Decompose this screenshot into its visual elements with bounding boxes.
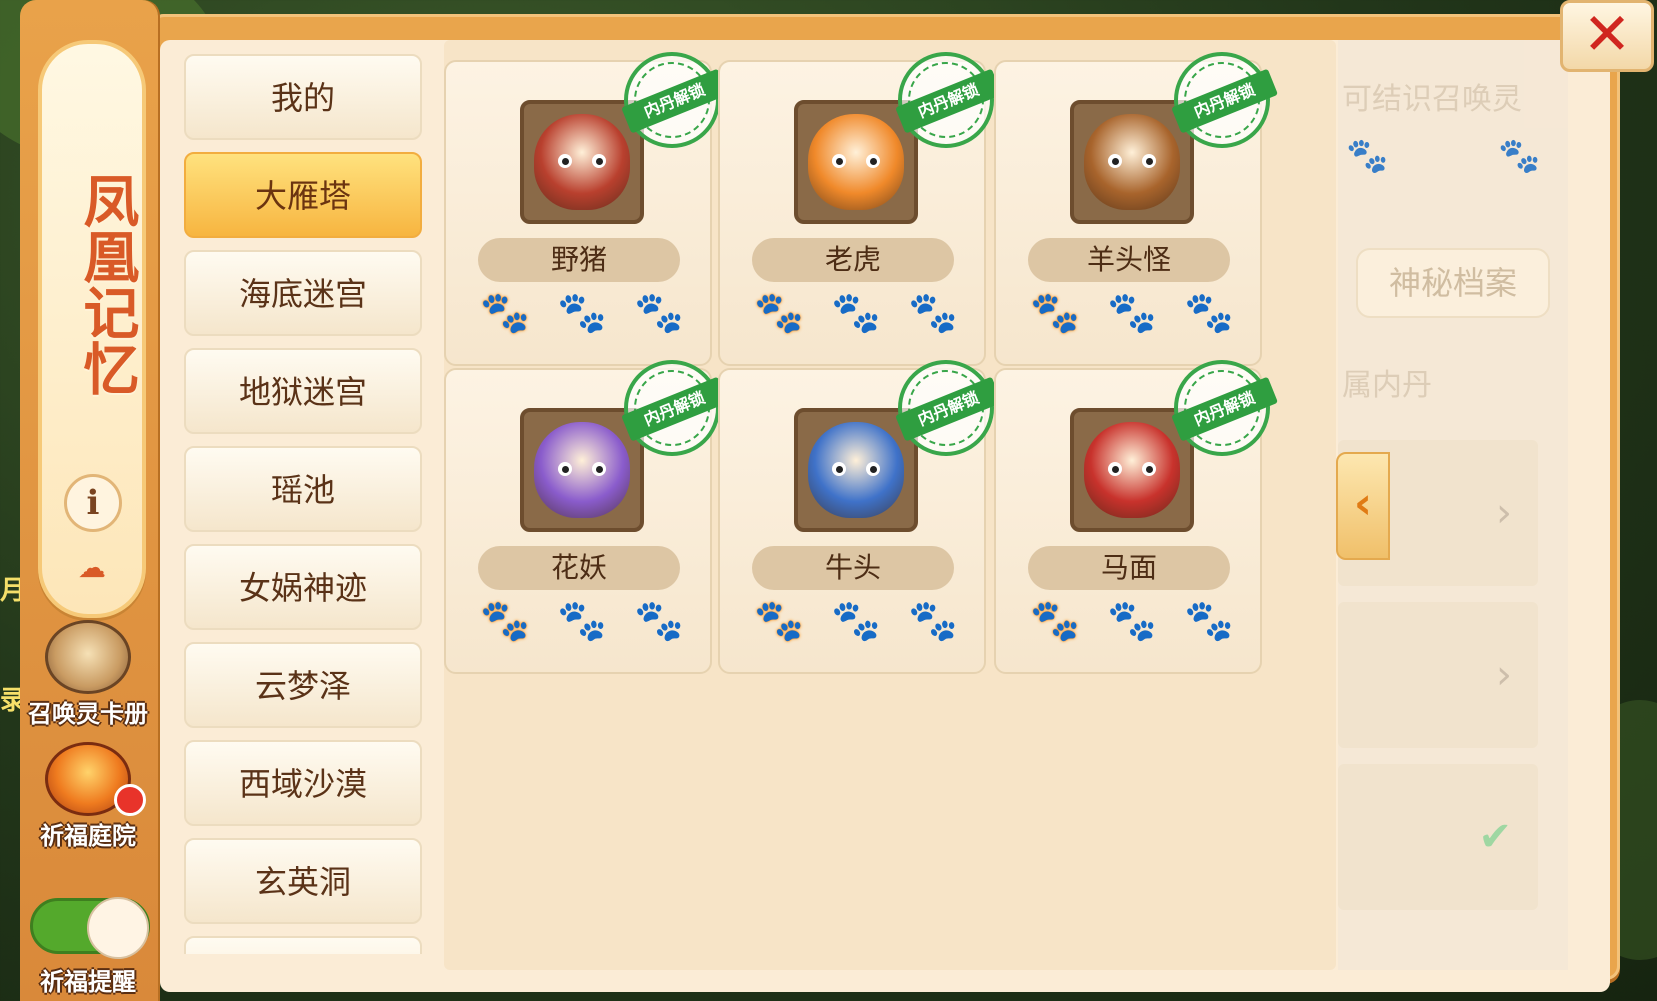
pet-name: 花妖: [478, 546, 680, 590]
chevron-right-icon: ›: [1496, 652, 1512, 698]
category-item-partial[interactable]: [184, 936, 422, 954]
paw-icon: 🐾: [754, 290, 804, 336]
close-button[interactable]: ✕: [1560, 0, 1654, 72]
paw-icon: 🐾: [480, 290, 530, 336]
pet-name: 马面: [1028, 546, 1230, 590]
category-item-yunmengze[interactable]: 云梦泽: [184, 642, 422, 728]
card-book-button[interactable]: 召唤灵卡册: [18, 620, 158, 729]
category-label: 女娲神迹: [238, 569, 367, 607]
pet-card[interactable]: 内丹解锁 野猪 🐾 🐾 🐾: [444, 37, 735, 366]
blessing-reminder: 祈福提醒: [18, 962, 158, 997]
category-item-western-desert[interactable]: 西域沙漠: [184, 740, 422, 826]
card-book-icon: [45, 620, 131, 694]
paw-icon: 🐾: [1184, 290, 1234, 336]
category-item-seabed-maze[interactable]: 海底迷宫: [184, 250, 422, 336]
category-list: 我的 大雁塔 海底迷宫 地狱迷宫 瑶池 女娲神迹 云梦泽 西域沙漠 玄英洞: [184, 54, 424, 954]
paw-icon: 🐾: [1030, 290, 1080, 336]
pet-name: 牛头: [752, 546, 954, 590]
paw-icon: 🐾: [908, 598, 958, 644]
category-item-nuwa[interactable]: 女娲神迹: [184, 544, 422, 630]
notification-badge: [114, 784, 146, 816]
category-label: 海底迷宫: [238, 275, 367, 313]
category-item-yaochi[interactable]: 瑶池: [184, 446, 422, 532]
section-text: 属内丹: [1342, 368, 1432, 403]
paw-icon: 🐾: [557, 290, 607, 336]
pet-card[interactable]: 内丹解锁 羊头怪 🐾 🐾 🐾: [994, 37, 1285, 366]
paw-icon: 🐾: [1184, 598, 1234, 644]
paw-rating: 🐾 🐾 🐾: [1030, 596, 1234, 646]
title-card: 凤凰记忆 i ☁: [38, 40, 146, 618]
paw-icon: 🐾: [634, 290, 684, 336]
card-book-label: 召唤灵卡册: [28, 700, 148, 728]
category-label: 大雁塔: [254, 177, 351, 215]
paw-rating: 🐾 🐾 🐾: [480, 596, 684, 646]
category-item-mine[interactable]: 我的: [184, 54, 422, 140]
paw-icon: 🐾: [1107, 290, 1157, 336]
paw-icon: 🐾: [754, 598, 804, 644]
pet-card[interactable]: 内丹解锁 老虎 🐾 🐾 🐾: [718, 37, 1009, 366]
paw-icon: 🐾: [1107, 598, 1157, 644]
pet-name: 羊头怪: [1028, 238, 1230, 282]
category-label: 云梦泽: [254, 667, 351, 705]
pet-name: 野猪: [478, 238, 680, 282]
pet-card[interactable]: 内丹解锁 马面 🐾 🐾 🐾: [994, 345, 1285, 674]
paw-icon: 🐾: [1030, 598, 1080, 644]
check-icon: ✔: [1478, 814, 1512, 860]
chevron-right-icon: ›: [1496, 490, 1512, 536]
hint-text: 可结识召唤灵: [1342, 82, 1522, 117]
category-item-dayanta[interactable]: 大雁塔: [184, 152, 422, 238]
collapse-panel-button[interactable]: ‹: [1336, 452, 1390, 560]
paw-icon: 🐾: [831, 598, 881, 644]
paw-icon: 🐾: [480, 598, 530, 644]
paw-icon: 🐾: [908, 290, 958, 336]
cloud-ornament-icon: ☁: [78, 551, 106, 584]
category-label: 我的: [270, 79, 335, 117]
category-label: 瑶池: [270, 471, 335, 509]
category-label: 地狱迷宫: [238, 373, 367, 411]
paw-rating: 🐾 🐾 🐾: [754, 596, 958, 646]
category-label: 玄英洞: [254, 863, 351, 901]
paw-icon: 🐾: [634, 598, 684, 644]
paw-icon: 🐾: [557, 598, 607, 644]
pet-name: 老虎: [752, 238, 954, 282]
paw-rating: 🐾 🐾 🐾: [754, 288, 958, 338]
category-item-xuanying-cave[interactable]: 玄英洞: [184, 838, 422, 924]
paw-icon: 🐾: [831, 290, 881, 336]
blessing-reminder-toggle[interactable]: [30, 897, 150, 959]
page-title: 凤凰记忆: [74, 172, 140, 396]
blessing-courtyard-label: 祈福庭院: [40, 822, 136, 850]
pet-grid: 内丹解锁 野猪 🐾 🐾 🐾 内丹解锁 老虎 🐾 🐾 🐾 内丹解锁 羊头怪 🐾 🐾 🐾 内丹解锁 花妖 🐾 🐾 🐾 内丹解…: [444, 37, 1336, 970]
pet-card[interactable]: 内丹解锁 花妖 🐾 🐾 🐾: [444, 345, 735, 674]
detail-row: ✔: [1338, 764, 1538, 910]
category-label: 西域沙漠: [238, 765, 367, 803]
mystery-file-button[interactable]: 神秘档案: [1356, 248, 1550, 318]
blessing-reminder-label: 祈福提醒: [40, 968, 136, 996]
paw-rating: 🐾 🐾 🐾: [480, 288, 684, 338]
paw-icon: 🐾: [1498, 136, 1541, 176]
paw-rating: 🐾 🐾 🐾: [1030, 288, 1234, 338]
info-button[interactable]: i: [64, 474, 122, 532]
toggle-knob: [87, 897, 149, 959]
pet-card[interactable]: 内丹解锁 牛头 🐾 🐾 🐾: [718, 345, 1009, 674]
category-item-hell-maze[interactable]: 地狱迷宫: [184, 348, 422, 434]
detail-row[interactable]: ›: [1338, 602, 1538, 748]
paw-icon: 🐾: [1346, 136, 1389, 176]
